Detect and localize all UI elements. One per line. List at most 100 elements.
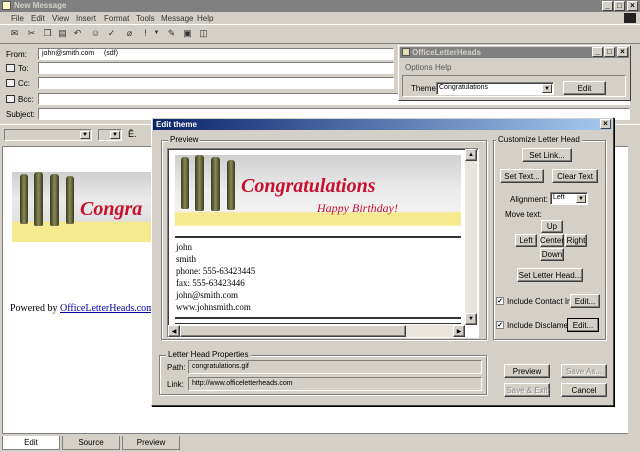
edit-disclaimer-button[interactable]: Edit...: [567, 318, 599, 332]
move-down-button[interactable]: Down: [540, 248, 564, 261]
menu-file[interactable]: File: [11, 14, 24, 23]
powered-by-text: Powered by: [10, 303, 60, 314]
menu-view[interactable]: View: [52, 14, 69, 23]
close-button[interactable]: ×: [617, 47, 628, 57]
include-disclaimer-label[interactable]: Include Disclamer: [507, 321, 571, 330]
size-select[interactable]: ▼: [98, 129, 122, 141]
close-button[interactable]: ×: [600, 119, 611, 129]
priority-icon[interactable]: !: [140, 28, 151, 39]
maximize-button[interactable]: □: [604, 47, 615, 57]
maximize-button[interactable]: □: [614, 1, 625, 11]
chevron-down-icon: ▼: [576, 194, 586, 203]
link-field[interactable]: http://www.officeletterheads.com: [188, 377, 482, 391]
copy-icon[interactable]: ❐: [42, 28, 53, 39]
scroll-up-button[interactable]: ▲: [465, 149, 477, 161]
priority-dropdown-icon[interactable]: ▼: [151, 28, 162, 39]
preview-button[interactable]: Preview: [504, 364, 550, 378]
font-select[interactable]: ▼: [4, 129, 92, 141]
set-letter-head-button[interactable]: Set Letter Head...: [517, 268, 583, 282]
clear-text-button[interactable]: Clear Text: [552, 169, 598, 183]
path-value: congratulations.gif: [192, 363, 249, 370]
preview-divider: [175, 323, 461, 324]
minimize-button[interactable]: _: [592, 47, 603, 57]
dialog-titlebar[interactable]: Edit theme ×: [153, 119, 612, 130]
attach-icon[interactable]: ⌀: [124, 28, 135, 39]
spelling-icon[interactable]: ✓: [106, 28, 117, 39]
paste-icon[interactable]: ▤: [57, 28, 68, 39]
preview-banner-subtitle: Happy Birthday!: [317, 201, 398, 215]
address-book-icon[interactable]: [6, 64, 15, 72]
send-icon[interactable]: ✉: [9, 28, 20, 39]
preview-vscrollbar[interactable]: ▲ ▼: [465, 149, 477, 325]
olh-menu-options[interactable]: Options: [405, 63, 433, 72]
move-left-button[interactable]: Left: [515, 234, 537, 247]
path-field[interactable]: congratulations.gif: [188, 360, 482, 374]
save-as-button[interactable]: Save As...: [561, 364, 607, 378]
address-book-icon[interactable]: [6, 79, 15, 87]
olh-menu-help[interactable]: Help: [435, 63, 451, 72]
menu-format[interactable]: Format: [104, 14, 129, 23]
save-as-label: Save As...: [565, 366, 603, 376]
scroll-right-button[interactable]: ▶: [453, 325, 465, 337]
move-center-button[interactable]: Center: [540, 234, 564, 247]
scroll-left-button[interactable]: ◀: [168, 325, 180, 337]
include-disclaimer-checkbox[interactable]: ✓: [496, 321, 504, 329]
sign-icon[interactable]: ✎: [166, 28, 177, 39]
tab-preview[interactable]: Preview: [122, 436, 180, 450]
to-field[interactable]: [38, 62, 394, 74]
move-right-button[interactable]: Right: [565, 234, 587, 247]
cc-label[interactable]: Cc:: [18, 79, 30, 88]
from-label: From:: [6, 50, 27, 59]
tab-edit[interactable]: Edit: [2, 436, 60, 450]
windows-logo-icon: [624, 13, 636, 23]
cut-icon[interactable]: ✂: [26, 28, 37, 39]
cancel-button[interactable]: Cancel: [561, 383, 607, 397]
address-book-icon[interactable]: [6, 95, 15, 103]
preview-group-label: Preview: [168, 135, 201, 144]
to-label[interactable]: To:: [18, 64, 29, 73]
tab-source[interactable]: Source: [62, 436, 120, 450]
undo-icon[interactable]: ↶: [72, 28, 83, 39]
main-titlebar[interactable]: New Message _ □ ×: [0, 0, 640, 12]
check-names-icon[interactable]: ☺: [90, 28, 101, 39]
close-button[interactable]: ×: [627, 1, 638, 11]
include-contact-label[interactable]: Include Contact Info: [507, 297, 578, 306]
set-letter-head-label: Set Letter Head...: [518, 270, 582, 280]
menu-message[interactable]: Message: [161, 14, 193, 23]
set-link-button[interactable]: Set Link...: [522, 148, 572, 162]
bottle-graphic: [34, 172, 43, 226]
alignment-select[interactable]: Left ▼: [550, 192, 588, 205]
scroll-thumb[interactable]: [180, 325, 406, 337]
preview-hscrollbar[interactable]: ◀ ▶: [168, 325, 465, 337]
save-exit-button[interactable]: Save & Exit: [504, 383, 550, 397]
set-link-label: Set Link...: [529, 150, 565, 160]
theme-edit-label: Edit: [577, 83, 592, 93]
encrypt-icon[interactable]: ▣: [182, 28, 193, 39]
include-contact-checkbox[interactable]: ✓: [496, 297, 504, 305]
menu-help[interactable]: Help: [197, 14, 213, 23]
scroll-down-button[interactable]: ▼: [465, 313, 477, 325]
minimize-button[interactable]: _: [602, 1, 613, 11]
paragraph-style-icon[interactable]: Ē.: [128, 129, 137, 139]
edit-contact-button[interactable]: Edit...: [570, 294, 600, 308]
contact-line: phone: 555-63423445: [176, 266, 256, 276]
offline-icon[interactable]: ◫: [198, 28, 209, 39]
powered-by-link[interactable]: OfficeLetterHeads.com: [60, 303, 154, 314]
menu-insert[interactable]: Insert: [76, 14, 96, 23]
menu-edit[interactable]: Edit: [31, 14, 45, 23]
theme-select[interactable]: Congratulations ▼: [436, 82, 554, 95]
bcc-label[interactable]: Bcc:: [18, 95, 34, 104]
cc-field[interactable]: [38, 77, 394, 89]
link-value: http://www.officeletterheads.com: [192, 380, 293, 387]
olh-titlebar[interactable]: OfficeLetterHeads _ □ ×: [400, 47, 629, 58]
preview-pane[interactable]: Congratulations Happy Birthday! john smi…: [167, 148, 479, 338]
body-scrollbar[interactable]: [628, 146, 638, 434]
props-group-label: Letter Head Properties: [166, 350, 251, 359]
set-text-button[interactable]: Set Text...: [500, 169, 544, 183]
theme-edit-button[interactable]: Edit: [563, 81, 606, 95]
from-field[interactable]: john@smith.com (sdf): [38, 48, 394, 60]
menu-tools[interactable]: Tools: [136, 14, 155, 23]
tab-source-label: Source: [78, 438, 104, 447]
alignment-label: Alignment:: [510, 195, 548, 204]
move-up-button[interactable]: Up: [541, 220, 563, 233]
